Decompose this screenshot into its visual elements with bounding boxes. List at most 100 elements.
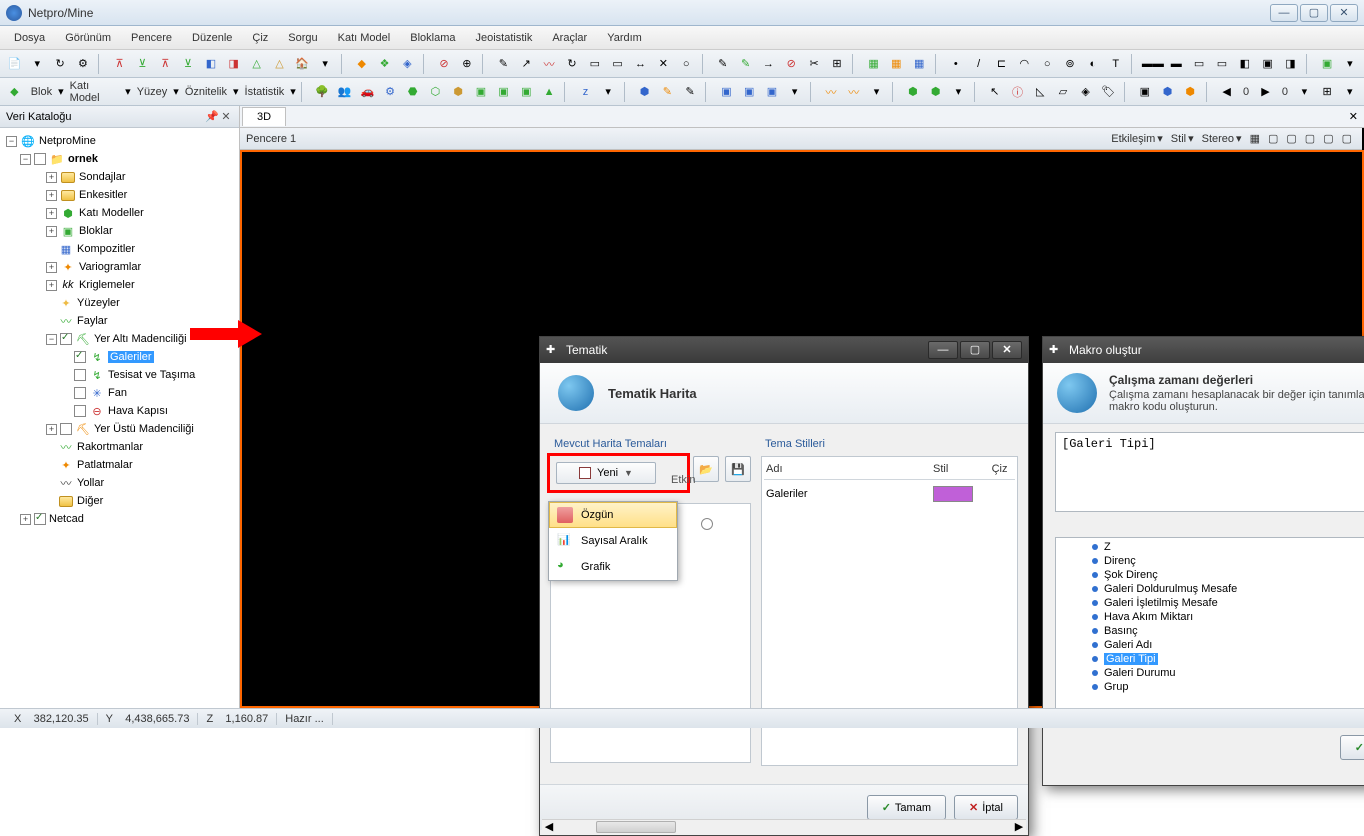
tool-next-icon[interactable]: ▶	[1255, 81, 1276, 103]
tool-icon[interactable]: 🌳	[312, 81, 333, 103]
mtb-etkilesim[interactable]: Etkileşim ▾	[1107, 132, 1167, 145]
tool-icon[interactable]: 🚗	[357, 81, 378, 103]
dialog-maximize-button[interactable]: ▢	[960, 341, 990, 359]
list-item[interactable]: Şok Direnç	[1058, 568, 1364, 582]
tool-icon[interactable]: ⊚	[1060, 53, 1081, 75]
tree-item[interactable]: 〰Yollar	[2, 474, 237, 492]
tool-prev-icon[interactable]: ◀	[1216, 81, 1237, 103]
list-item[interactable]: Galeri Durumu	[1058, 666, 1364, 680]
tool-icon[interactable]: ❖	[374, 53, 395, 75]
tool-dropdown-icon[interactable]: ▾	[27, 53, 48, 75]
tool-icon[interactable]: ▣	[493, 81, 514, 103]
tool-icon[interactable]: ⬢	[903, 81, 924, 103]
tool-home-icon[interactable]: 🏠	[292, 53, 313, 75]
tool-icon[interactable]: △	[246, 53, 267, 75]
tree-item[interactable]: +⬢Katı Modeller	[2, 204, 237, 222]
tool-icon[interactable]: ▭	[1212, 53, 1233, 75]
menu-ciz[interactable]: Çiz	[244, 29, 276, 47]
view-btn-icon[interactable]: ▢	[1264, 132, 1282, 145]
maximize-button[interactable]: ▢	[1300, 4, 1328, 22]
tb2-kati-model[interactable]: Katı Model	[66, 80, 124, 104]
tool-icon[interactable]: ⬢	[634, 81, 655, 103]
tree-item[interactable]: +Enkesitler	[2, 186, 237, 204]
tool-icon[interactable]: ✎	[657, 81, 678, 103]
tool-icon[interactable]: ◧	[200, 53, 221, 75]
tree-netcad[interactable]: +Netcad	[2, 510, 237, 528]
dialog-close-button[interactable]: ✕	[992, 341, 1022, 359]
tool-icon[interactable]: ▣	[762, 81, 783, 103]
tool-pencil-icon[interactable]: ✎	[493, 53, 514, 75]
menu-yardim[interactable]: Yardım	[599, 29, 650, 47]
tool-icon[interactable]: ⊞	[1317, 81, 1338, 103]
tool-icon[interactable]: ⬣	[402, 81, 423, 103]
tool-icon[interactable]: ◐	[1082, 53, 1103, 75]
tool-icon[interactable]: ⬢	[925, 81, 946, 103]
tree-item[interactable]: ✳Fan	[2, 384, 237, 402]
tool-new-icon[interactable]: 📄	[4, 53, 25, 75]
tree-item[interactable]: ↯Tesisat ve Taşıma	[2, 366, 237, 384]
tree-item[interactable]: 〰Rakortmanlar	[2, 438, 237, 456]
ok-button[interactable]: ✓Tamam	[867, 795, 946, 820]
tool-icon[interactable]: 👥	[334, 81, 355, 103]
tool-icon[interactable]: ◨	[1280, 53, 1301, 75]
tool-icon[interactable]: ⊻	[178, 53, 199, 75]
tool-icon[interactable]: ⊘	[434, 53, 455, 75]
tree-item-galeriler[interactable]: ↯Galeriler	[2, 348, 237, 366]
minimize-button[interactable]: ―	[1270, 4, 1298, 22]
dialog-titlebar[interactable]: ✚ Makro oluştur ✕	[1043, 337, 1364, 363]
radio-etkin[interactable]	[701, 518, 713, 530]
yeni-dropdown-button[interactable]: Yeni ▼	[556, 462, 656, 484]
tool-icon[interactable]: ⊞	[827, 53, 848, 75]
folder-button[interactable]: 📂	[693, 456, 719, 482]
tool-icon[interactable]: ⊏	[991, 53, 1012, 75]
tool-icon[interactable]: ◨	[223, 53, 244, 75]
tool-icon[interactable]: •	[945, 53, 966, 75]
tool-info-icon[interactable]: ⓘ	[1007, 81, 1028, 103]
col-style[interactable]: Stil	[933, 463, 983, 475]
tb2-istatistik[interactable]: İstatistik	[241, 86, 289, 98]
menu-bloklama[interactable]: Bloklama	[402, 29, 463, 47]
tool-icon[interactable]: ▣	[1134, 81, 1155, 103]
tool-icon[interactable]: ◧	[1234, 53, 1255, 75]
tool-icon[interactable]: ⊘	[781, 53, 802, 75]
tool-icon[interactable]: ✂	[804, 53, 825, 75]
tree-root[interactable]: −🌐NetproMine	[2, 132, 237, 150]
tree-item[interactable]: +✦Variogramlar	[2, 258, 237, 276]
tree-item[interactable]: ▦Kompozitler	[2, 240, 237, 258]
menu-gorunum[interactable]: Görünüm	[57, 29, 119, 47]
tool-icon[interactable]: ✎	[712, 53, 733, 75]
tree-item[interactable]: +Sondajlar	[2, 168, 237, 186]
menu-dosya[interactable]: Dosya	[6, 29, 53, 47]
dropdown-item-sayisal[interactable]: 📊 Sayısal Aralık	[549, 528, 677, 554]
list-item[interactable]: Galeri Adı	[1058, 638, 1364, 652]
tree-item[interactable]: +kkKriglemeler	[2, 276, 237, 294]
list-item[interactable]: Direnç	[1058, 554, 1364, 568]
view-btn-icon[interactable]: ▢	[1319, 132, 1337, 145]
style-row[interactable]: Galeriler	[764, 480, 1015, 508]
tool-icon[interactable]: ▣	[739, 81, 760, 103]
tree-item[interactable]: ✦Patlatmalar	[2, 456, 237, 474]
menu-araclar[interactable]: Araçlar	[544, 29, 595, 47]
save-button[interactable]: 💾	[725, 456, 751, 482]
tree-item[interactable]: Diğer	[2, 492, 237, 510]
tool-dropdown-icon[interactable]: ▾	[315, 53, 336, 75]
tool-dropdown-icon[interactable]: ▾	[598, 81, 619, 103]
dialog-minimize-button[interactable]: ―	[928, 341, 958, 359]
tool-icon[interactable]: ◈	[1075, 81, 1096, 103]
tool-icon[interactable]: T	[1105, 53, 1126, 75]
tb2-yuzey[interactable]: Yüzey	[133, 86, 172, 98]
tool-icon[interactable]: ▭	[1189, 53, 1210, 75]
tool-icon[interactable]: ▣	[1317, 53, 1338, 75]
list-item[interactable]: Galeri Tipi	[1058, 652, 1364, 666]
tool-gear-icon[interactable]: ⚙	[73, 53, 94, 75]
tool-icon[interactable]: 〰	[539, 53, 560, 75]
mtb-stil[interactable]: Stil ▾	[1167, 132, 1198, 145]
tab-3d[interactable]: 3D	[242, 107, 286, 126]
tool-icon[interactable]: ⬡	[425, 81, 446, 103]
list-item[interactable]: Hava Akım Miktarı	[1058, 610, 1364, 624]
tool-icon[interactable]: ✕	[653, 53, 674, 75]
tb2-oznitelik[interactable]: Öznitelik	[181, 86, 231, 98]
dialog-titlebar[interactable]: ✚ Tematik ― ▢ ✕	[540, 337, 1028, 363]
tool-icon[interactable]: ○	[676, 53, 697, 75]
menu-jeoistatistik[interactable]: Jeoistatistik	[467, 29, 540, 47]
